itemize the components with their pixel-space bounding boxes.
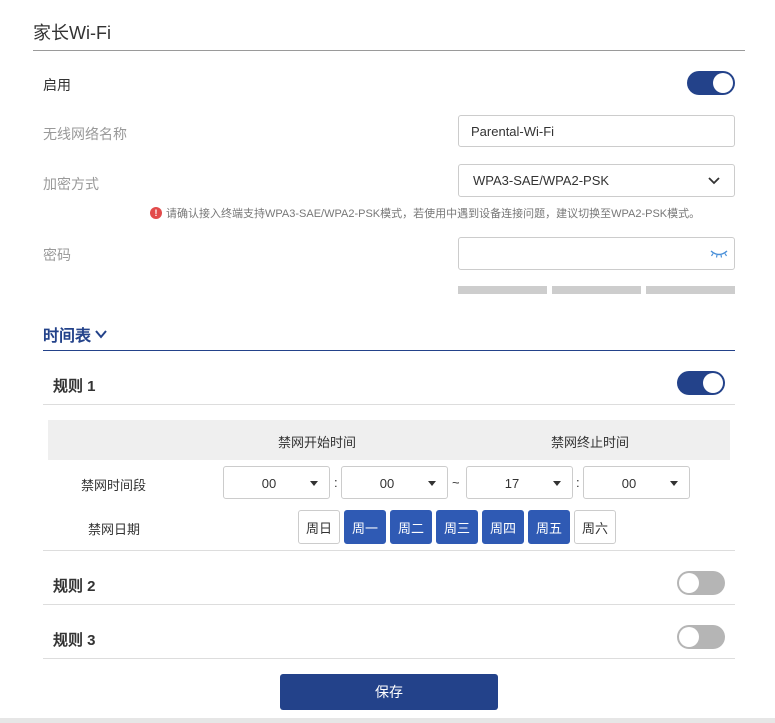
rule-3-toggle[interactable] <box>677 625 725 649</box>
caret-down-icon <box>428 481 436 486</box>
time-colon: : <box>334 475 338 490</box>
day-button-thursday[interactable]: 周四 <box>482 510 524 544</box>
password-strength-bar-2 <box>552 286 641 294</box>
period-label: 禁网时间段 <box>81 478 147 493</box>
start-time-header: 禁网开始时间 <box>278 435 357 450</box>
title-divider <box>33 50 745 51</box>
rule-divider <box>43 604 735 605</box>
chevron-down-icon <box>95 330 107 339</box>
start-hour-value: 00 <box>261 476 277 491</box>
rule-3-title: 规则 3 <box>53 632 96 649</box>
toggle-knob <box>703 373 723 393</box>
toggle-knob <box>679 627 699 647</box>
day-button-monday[interactable]: 周一 <box>344 510 386 544</box>
day-button-friday[interactable]: 周五 <box>528 510 570 544</box>
schedule-toggle[interactable]: 时间表 <box>43 322 108 346</box>
start-hour-select[interactable]: 00 <box>223 466 330 499</box>
ssid-label: 无线网络名称 <box>43 126 127 142</box>
end-minute-value: 00 <box>621 476 637 491</box>
password-strength-bar-3 <box>646 286 735 294</box>
rule-1-title: 规则 1 <box>53 378 96 395</box>
page-title: 家长Wi-Fi <box>33 23 111 43</box>
time-range-separator: ~ <box>452 475 460 490</box>
start-minute-value: 00 <box>379 476 395 491</box>
caret-down-icon <box>310 481 318 486</box>
days-label: 禁网日期 <box>88 522 141 537</box>
caret-down-icon <box>553 481 561 486</box>
password-strength-bar-1 <box>458 286 547 294</box>
toggle-knob <box>679 573 699 593</box>
caret-down-icon <box>670 481 678 486</box>
day-button-saturday[interactable]: 周六 <box>574 510 616 544</box>
warning-text: 请确认接入终端支持WPA3-SAE/WPA2-PSK模式，若使用中遇到设备连接问… <box>166 208 701 220</box>
toggle-knob <box>713 73 733 93</box>
bottom-border <box>0 718 775 723</box>
day-button-tuesday[interactable]: 周二 <box>390 510 432 544</box>
encryption-warning: ! 请确认接入终端支持WPA3-SAE/WPA2-PSK模式，若使用中遇到设备连… <box>150 205 700 221</box>
start-minute-select[interactable]: 00 <box>341 466 448 499</box>
time-colon: : <box>576 475 580 490</box>
password-label: 密码 <box>43 247 71 263</box>
chevron-down-icon <box>708 176 720 184</box>
encryption-select[interactable]: WPA3-SAE/WPA2-PSK <box>458 164 735 197</box>
ssid-input[interactable] <box>458 115 735 147</box>
end-hour-value: 17 <box>504 476 520 491</box>
end-time-header: 禁网终止时间 <box>551 435 630 450</box>
day-button-wednesday[interactable]: 周三 <box>436 510 478 544</box>
rule-divider <box>43 404 735 405</box>
password-input[interactable] <box>458 237 735 270</box>
rule-1-table-header: 禁网开始时间 禁网终止时间 <box>48 420 730 460</box>
end-minute-select[interactable]: 00 <box>583 466 690 499</box>
schedule-title: 时间表 <box>43 328 92 345</box>
rule-divider <box>43 550 735 551</box>
end-hour-select[interactable]: 17 <box>466 466 573 499</box>
eye-closed-icon[interactable] <box>709 246 729 260</box>
warning-icon: ! <box>150 207 162 219</box>
encryption-label: 加密方式 <box>43 176 99 192</box>
rule-1-toggle[interactable] <box>677 371 725 395</box>
rule-2-title: 规则 2 <box>53 578 96 595</box>
rule-divider <box>43 658 735 659</box>
save-button[interactable]: 保存 <box>280 674 498 710</box>
encryption-value: WPA3-SAE/WPA2-PSK <box>473 173 610 188</box>
enable-toggle[interactable] <box>687 71 735 95</box>
rule-2-toggle[interactable] <box>677 571 725 595</box>
schedule-divider <box>43 350 735 351</box>
enable-label: 启用 <box>43 77 71 93</box>
day-button-sunday[interactable]: 周日 <box>298 510 340 544</box>
